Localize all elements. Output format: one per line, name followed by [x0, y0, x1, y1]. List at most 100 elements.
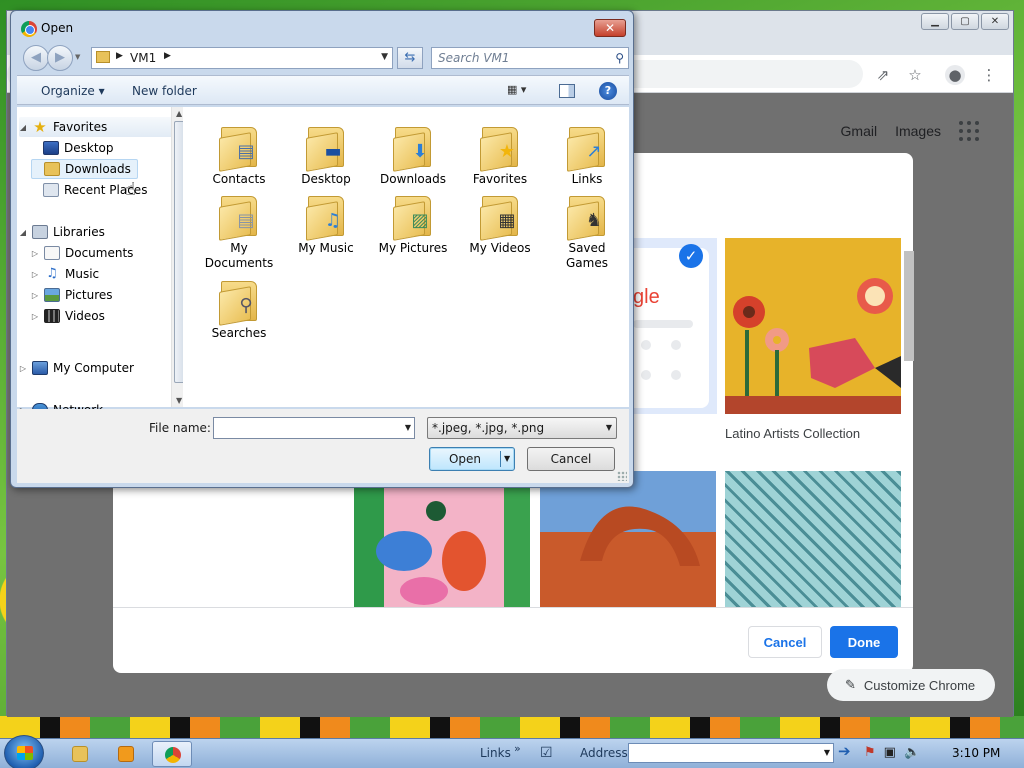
- resize-grip-icon[interactable]: [617, 471, 627, 481]
- search-input[interactable]: [432, 48, 608, 68]
- desert-arch-tile[interactable]: [540, 471, 716, 607]
- scroll-up-arrow-icon[interactable]: ▲: [176, 109, 182, 118]
- maximize-button[interactable]: ▢: [951, 13, 979, 30]
- folder-links[interactable]: ↗ Links: [547, 123, 627, 187]
- gmail-link[interactable]: Gmail: [841, 123, 878, 139]
- folder-desktop[interactable]: ▬ Desktop: [286, 123, 366, 187]
- volume-icon[interactable]: 🔈: [904, 745, 920, 760]
- expand-arrow-icon[interactable]: ◢: [19, 228, 27, 237]
- breadcrumb-chevron-icon[interactable]: ▶: [164, 51, 171, 61]
- star-icon: ★: [33, 118, 47, 136]
- help-icon[interactable]: ?: [599, 82, 617, 100]
- expand-arrow-icon[interactable]: ▷: [31, 291, 39, 300]
- taskbar-explorer[interactable]: [60, 741, 100, 767]
- file-name-dropdown-icon[interactable]: ▼: [405, 423, 411, 432]
- dialog-close-button[interactable]: ✕: [594, 19, 626, 37]
- close-button[interactable]: ✕: [981, 13, 1009, 30]
- recent-pages-chevron-icon[interactable]: ▼: [75, 53, 80, 61]
- folder-my-documents[interactable]: ▤ My Documents: [199, 192, 279, 271]
- default-theme-tile[interactable]: gle: [633, 238, 717, 414]
- tree-item-videos[interactable]: ▷ Videos: [31, 306, 105, 326]
- navigation-pane: ◢ ★ Favorites Desktop Downloads Recent P…: [17, 107, 187, 417]
- downloads-folder-icon: [44, 162, 60, 176]
- folder-saved-games[interactable]: ♞ Saved Games: [547, 192, 627, 271]
- action-center-flag-icon[interactable]: ⚑: [864, 745, 876, 760]
- preview-pane-icon[interactable]: [559, 84, 575, 98]
- glass-building-tile[interactable]: [725, 471, 901, 607]
- tree-item-desktop[interactable]: Desktop: [43, 138, 114, 158]
- images-link[interactable]: Images: [895, 123, 941, 139]
- tree-item-favorites[interactable]: ◢ ★ Favorites: [19, 117, 178, 137]
- open-button[interactable]: Open ▼: [429, 447, 515, 471]
- tree-label: My Computer: [53, 361, 134, 375]
- network-tray-icon[interactable]: ▣: [884, 745, 896, 760]
- mouse-pointer-icon: ☝: [125, 179, 136, 200]
- links-toolbar-label[interactable]: Links: [480, 746, 511, 760]
- expand-arrow-icon[interactable]: ▷: [19, 364, 27, 373]
- tree-item-libraries[interactable]: ◢ Libraries: [19, 222, 105, 242]
- breadcrumb-chevron-icon[interactable]: ▶: [116, 51, 123, 61]
- address-toolbar-label: Address: [580, 746, 628, 760]
- profile-icon[interactable]: ●: [945, 65, 965, 85]
- customize-chrome-button[interactable]: ✎ Customize Chrome: [827, 669, 995, 701]
- taskbar-media-player[interactable]: [106, 741, 146, 767]
- documents-icon: ▤: [237, 210, 255, 231]
- address-dropdown-icon[interactable]: ▼: [381, 52, 388, 62]
- open-options-chevron-icon[interactable]: ▼: [504, 454, 510, 463]
- tree-item-music[interactable]: ▷ ♫ Music: [31, 264, 99, 284]
- modal-scrollbar[interactable]: [903, 241, 914, 607]
- bookmark-star-icon[interactable]: ☆: [905, 65, 925, 85]
- start-button[interactable]: [4, 735, 44, 768]
- address-dropdown-icon[interactable]: ▼: [824, 748, 830, 757]
- file-type-select[interactable]: *.jpeg, *.jpg, *.png ▼: [427, 417, 617, 439]
- search-icon[interactable]: ⚲: [615, 51, 624, 65]
- menu-kebab-icon[interactable]: ⋮: [979, 65, 999, 85]
- forward-arrow-icon[interactable]: ▶: [47, 45, 73, 71]
- file-name-input[interactable]: [214, 418, 396, 438]
- scroll-down-arrow-icon[interactable]: ▼: [176, 396, 182, 405]
- cancel-button[interactable]: Cancel: [527, 447, 615, 471]
- modal-cancel-button[interactable]: Cancel: [748, 626, 822, 658]
- folder-favorites[interactable]: ★ Favorites: [460, 123, 540, 187]
- folder-my-videos[interactable]: ▦ My Videos: [460, 192, 540, 256]
- libraries-icon: [32, 225, 48, 239]
- address-breadcrumb[interactable]: ▶ VM1 ▶ ▼: [91, 47, 393, 69]
- tree-item-pictures[interactable]: ▷ Pictures: [31, 285, 113, 305]
- back-arrow-icon[interactable]: ◀: [23, 45, 49, 71]
- tree-item-documents[interactable]: ▷ Documents: [31, 243, 133, 263]
- modal-scroll-thumb[interactable]: [904, 251, 914, 361]
- share-icon[interactable]: ⇗: [873, 65, 893, 85]
- links-chevron-icon[interactable]: »: [514, 742, 521, 755]
- taskbar-clock[interactable]: 3:10 PM: [952, 746, 1000, 760]
- tree-item-downloads[interactable]: Downloads: [31, 159, 138, 179]
- taskbar-chrome[interactable]: [152, 741, 192, 767]
- taskbar-address-input[interactable]: [629, 744, 815, 762]
- new-folder-button[interactable]: New folder: [132, 84, 197, 98]
- expand-arrow-icon[interactable]: ▷: [31, 270, 39, 279]
- go-arrow-icon[interactable]: ➔: [838, 742, 851, 760]
- magnifier-icon: ⚲: [239, 295, 253, 316]
- change-view-icon[interactable]: ▦ ▾: [507, 83, 537, 99]
- tree-item-my-computer[interactable]: ▷ My Computer: [19, 358, 134, 378]
- folder-my-music[interactable]: ♫ My Music: [286, 192, 366, 256]
- expand-arrow-icon[interactable]: ◢: [19, 123, 27, 132]
- latino-artists-tile[interactable]: [725, 238, 901, 414]
- modal-done-button[interactable]: Done: [830, 626, 898, 658]
- windows-logo-icon: [17, 746, 33, 760]
- folder-my-pictures[interactable]: ▨ My Pictures: [373, 192, 453, 256]
- recent-places-icon: [43, 183, 59, 197]
- flowers-artwork-tile[interactable]: [354, 471, 530, 607]
- star-icon: ★: [498, 141, 516, 162]
- minimize-button[interactable]: ▁: [921, 13, 949, 30]
- refresh-icon[interactable]: ⇆: [397, 47, 423, 69]
- note-checkbox-icon[interactable]: ☑: [540, 745, 553, 761]
- expand-arrow-icon[interactable]: ▷: [31, 312, 39, 321]
- folder-contacts[interactable]: ▤ Contacts: [199, 123, 279, 187]
- apps-grid-icon[interactable]: [959, 121, 979, 141]
- folder-searches[interactable]: ⚲ Searches: [199, 277, 279, 341]
- file-type-dropdown-icon[interactable]: ▼: [606, 423, 612, 432]
- breadcrumb-vm1[interactable]: VM1: [130, 51, 156, 65]
- organize-menu-button[interactable]: Organize ▾: [41, 84, 105, 98]
- expand-arrow-icon[interactable]: ▷: [31, 249, 39, 258]
- folder-downloads[interactable]: ⬇ Downloads: [373, 123, 453, 187]
